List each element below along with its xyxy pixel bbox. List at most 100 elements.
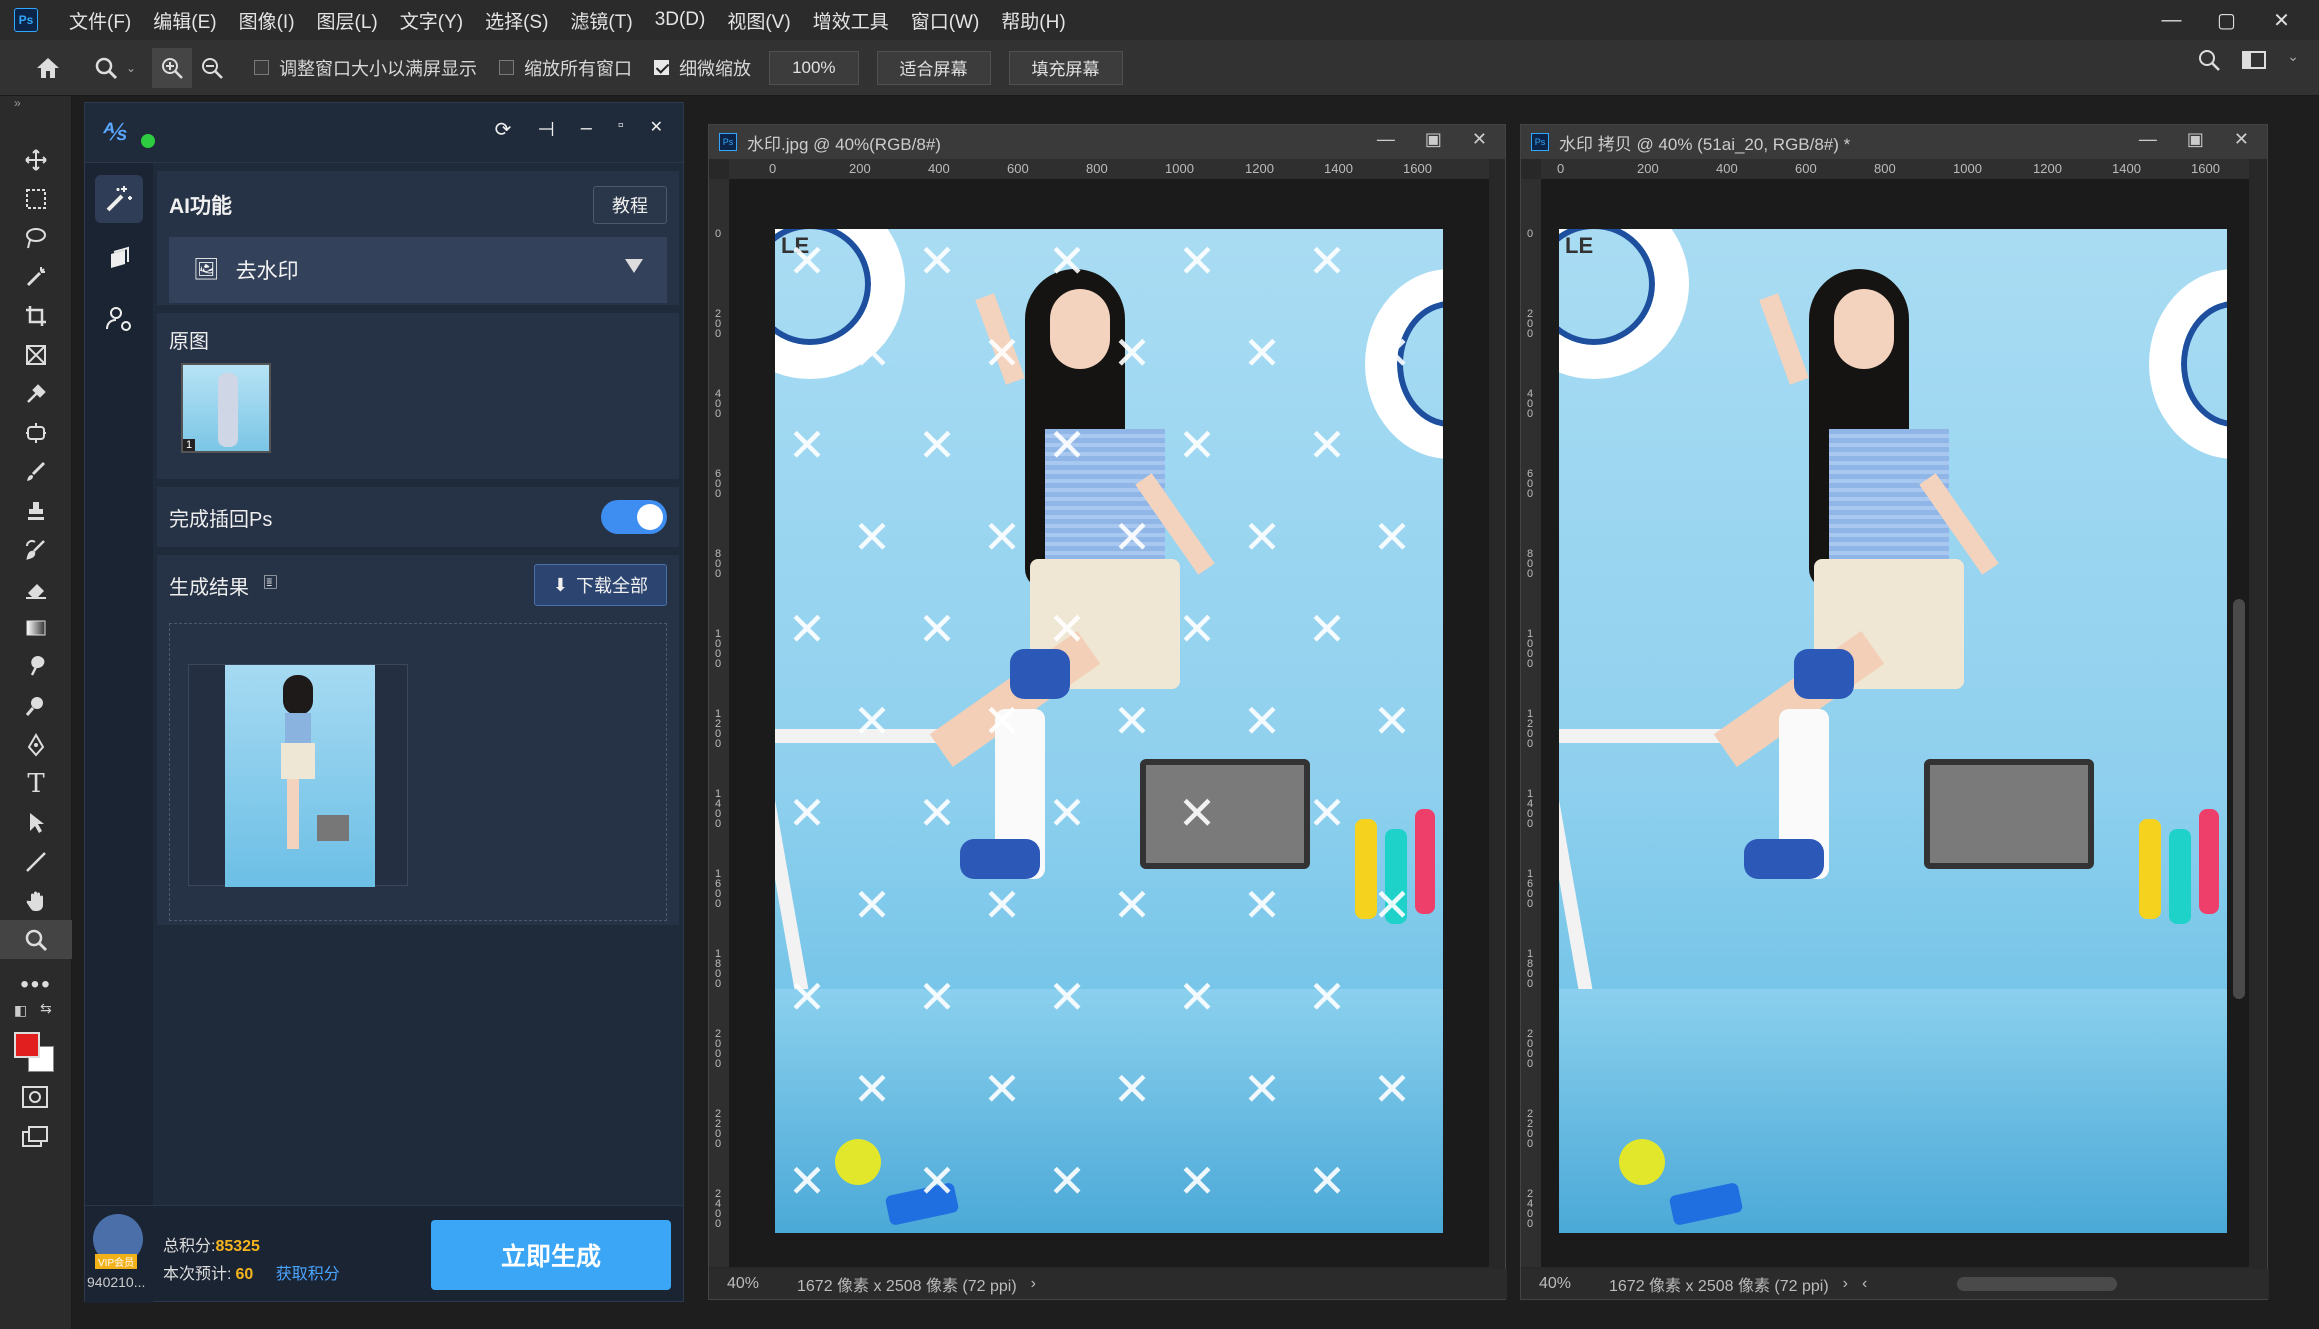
- move-tool-icon[interactable]: [0, 140, 72, 179]
- document-tab[interactable]: Ps 水印.jpg @ 40%(RGB/8#) — ▣ ✕: [709, 125, 1505, 159]
- workspace-icon[interactable]: [2241, 48, 2267, 77]
- chevron-down-icon[interactable]: ⌄: [2287, 48, 2299, 77]
- healing-brush-icon[interactable]: [0, 413, 72, 452]
- watermark-mark: ✕: [1372, 511, 1412, 563]
- menu-edit[interactable]: 编辑(E): [142, 7, 227, 34]
- menu-filter[interactable]: 滤镜(T): [559, 7, 643, 34]
- result-thumbnail[interactable]: [188, 664, 408, 887]
- zoom-all-checkbox[interactable]: 缩放所有窗口: [499, 55, 632, 81]
- estimate-value: 60: [235, 1266, 254, 1283]
- zoom-100-button[interactable]: 100%: [769, 50, 859, 85]
- menu-type[interactable]: 文字(Y): [389, 7, 474, 34]
- insert-back-toggle[interactable]: [601, 500, 667, 534]
- chevron-down-icon[interactable]: ⌄: [126, 61, 136, 75]
- chevron-right-icon[interactable]: ›: [1031, 1275, 1036, 1293]
- frame-tool-icon[interactable]: [0, 335, 72, 374]
- edit-result-icon[interactable]: 🗉: [263, 568, 278, 602]
- stamp-tool-icon[interactable]: [0, 491, 72, 530]
- type-tool-icon[interactable]: T: [0, 764, 72, 803]
- screen-mode-icon[interactable]: [22, 1126, 48, 1153]
- minimize-icon[interactable]: —: [2144, 9, 2199, 32]
- watermark-mark: ✕: [1242, 327, 1282, 379]
- minimize-icon[interactable]: —: [1377, 129, 1395, 150]
- watermark-mark: ✕: [1307, 419, 1347, 471]
- layers-icon[interactable]: [95, 235, 143, 283]
- maximize-icon[interactable]: ▣: [2187, 129, 2204, 150]
- generate-button[interactable]: 立即生成: [431, 1220, 671, 1290]
- dodge-tool-icon[interactable]: [0, 686, 72, 725]
- watermarked-image[interactable]: LE ✕ ✕ ✕ ✕ ✕ ✕ ✕ ✕ ✕ ✕ ✕ ✕ ✕ ✕ ✕ ✕ ✕ ✕ ✕ ✕ ✕ ✕ ✕ ✕ ✕ ✕ ✕ ✕ ✕ ✕ ✕ ✕ ✕ ✕ ✕ ✕ ✕…: [775, 229, 1443, 1233]
- zoom-level[interactable]: 40%: [1539, 1275, 1595, 1293]
- user-settings-icon[interactable]: [95, 295, 143, 343]
- resize-windows-checkbox[interactable]: 调整窗口大小以满屏显示: [254, 55, 477, 81]
- download-all-button[interactable]: ⬇ 下载全部: [533, 564, 667, 606]
- menu-layer[interactable]: 图层(L): [306, 7, 389, 34]
- thumb-badge: 1: [183, 439, 196, 451]
- eraser-icon[interactable]: [0, 569, 72, 608]
- maximize-icon[interactable]: ▢: [2199, 8, 2254, 33]
- chevron-left-icon[interactable]: ‹: [1862, 1275, 1867, 1293]
- menu-image[interactable]: 图像(I): [228, 7, 306, 34]
- eyedropper-icon[interactable]: [0, 374, 72, 413]
- chevron-right-icon[interactable]: ›: [1843, 1275, 1848, 1293]
- home-icon[interactable]: [28, 48, 68, 88]
- marquee-tool-icon[interactable]: [0, 179, 72, 218]
- menu-window[interactable]: 窗口(W): [900, 7, 991, 34]
- zoom-tool-icon[interactable]: [86, 48, 126, 88]
- foreground-color-swatch[interactable]: [14, 1032, 40, 1058]
- refresh-icon[interactable]: ⟳: [495, 117, 512, 142]
- default-colors-icon[interactable]: ◧: [14, 1002, 27, 1019]
- close-icon[interactable]: ✕: [650, 117, 663, 142]
- zoom-out-icon[interactable]: [192, 48, 232, 88]
- close-icon[interactable]: ✕: [2234, 129, 2249, 150]
- zoom-in-icon[interactable]: [152, 47, 193, 88]
- fit-screen-button[interactable]: 适合屏幕: [876, 50, 991, 85]
- fill-screen-button[interactable]: 填充屏幕: [1008, 50, 1123, 85]
- feature-select[interactable]: 🖼 去水印: [169, 237, 667, 303]
- watermark-mark: ✕: [1307, 787, 1347, 839]
- zoom-tool-active-icon[interactable]: [0, 920, 72, 959]
- minimize-icon[interactable]: —: [2139, 129, 2157, 150]
- zoom-level[interactable]: 40%: [727, 1275, 783, 1293]
- canvas-area[interactable]: LE: [1541, 179, 2249, 1267]
- line-tool-icon[interactable]: [0, 842, 72, 881]
- close-icon[interactable]: ✕: [2254, 8, 2309, 33]
- minimize-icon[interactable]: –: [581, 117, 592, 142]
- search-icon[interactable]: [2197, 48, 2221, 77]
- history-brush-icon[interactable]: [0, 530, 72, 569]
- document-tab[interactable]: Ps 水印 拷贝 @ 40% (51ai_20, RGB/8#) * — ▣ ✕: [1521, 125, 2267, 159]
- pen-tool-icon[interactable]: [0, 725, 72, 764]
- menu-help[interactable]: 帮助(H): [990, 7, 1076, 34]
- expand-panel-icon[interactable]: »: [0, 96, 71, 110]
- canvas-area[interactable]: LE ✕ ✕ ✕ ✕ ✕ ✕ ✕ ✕ ✕ ✕ ✕ ✕ ✕ ✕ ✕ ✕ ✕ ✕ ✕ ✕ ✕ ✕ ✕ ✕ ✕ ✕ ✕ ✕ ✕ ✕ ✕ ✕ ✕ ✕ ✕ ✕ ✕…: [729, 179, 1489, 1267]
- more-tools-icon[interactable]: •••: [0, 965, 72, 1004]
- maximize-icon[interactable]: ▣: [1425, 129, 1442, 150]
- original-thumbnail[interactable]: 1: [181, 363, 271, 453]
- brush-tool-icon[interactable]: [0, 452, 72, 491]
- magic-wand-ai-icon[interactable]: [95, 175, 143, 223]
- magic-wand-icon[interactable]: [0, 257, 72, 296]
- menu-file[interactable]: 文件(F): [58, 7, 142, 34]
- scrubby-zoom-checkbox[interactable]: 细微缩放: [654, 55, 751, 81]
- vertical-scrollbar[interactable]: [2233, 599, 2245, 999]
- lasso-tool-icon[interactable]: [0, 218, 72, 257]
- pin-icon[interactable]: ⊣: [537, 117, 554, 142]
- swap-colors-icon[interactable]: ⇆: [40, 1000, 52, 1017]
- menu-plugins[interactable]: 增效工具: [802, 7, 900, 34]
- menu-select[interactable]: 选择(S): [474, 7, 559, 34]
- menu-3d[interactable]: 3D(D): [644, 9, 717, 31]
- path-selection-icon[interactable]: [0, 803, 72, 842]
- document-info: 1672 像素 x 2508 像素 (72 ppi): [1609, 1278, 1829, 1295]
- tutorial-button[interactable]: 教程: [593, 186, 667, 224]
- get-points-link[interactable]: 获取积分: [276, 1266, 340, 1283]
- hand-tool-icon[interactable]: [0, 881, 72, 920]
- cleaned-image[interactable]: LE: [1559, 229, 2227, 1233]
- menu-view[interactable]: 视图(V): [716, 7, 801, 34]
- maximize-icon[interactable]: ▫: [618, 117, 624, 142]
- smudge-tool-icon[interactable]: [0, 647, 72, 686]
- quick-mask-icon[interactable]: [22, 1086, 48, 1113]
- gradient-tool-icon[interactable]: [0, 608, 72, 647]
- close-icon[interactable]: ✕: [1472, 129, 1487, 150]
- horizontal-scrollbar[interactable]: [1957, 1277, 2118, 1291]
- crop-tool-icon[interactable]: [0, 296, 72, 335]
